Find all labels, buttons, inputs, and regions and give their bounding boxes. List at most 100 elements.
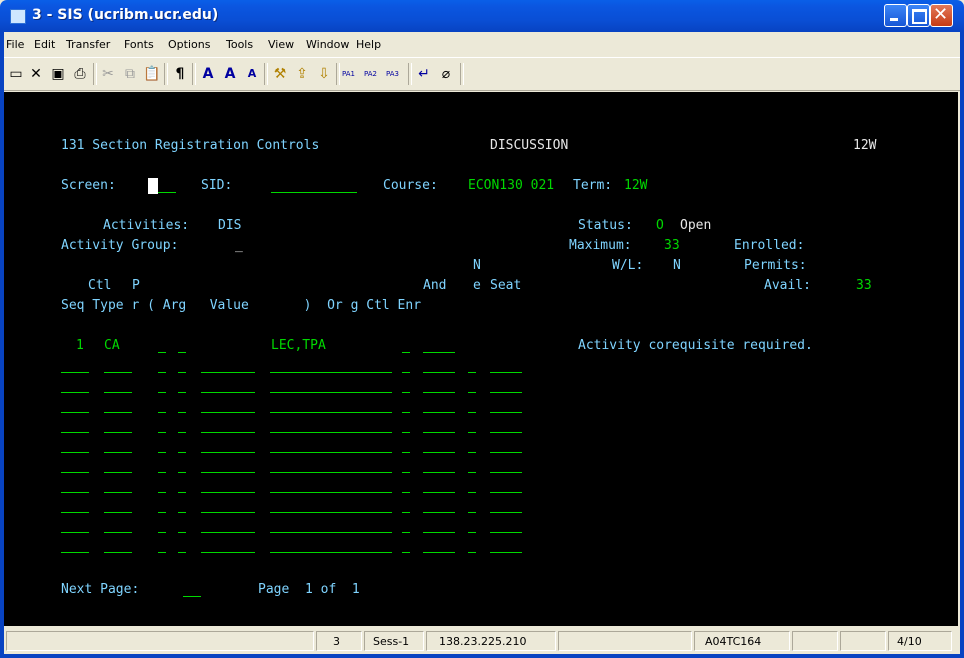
field-underline[interactable] bbox=[468, 452, 476, 453]
field-underline[interactable] bbox=[402, 552, 410, 553]
minimize-button[interactable] bbox=[884, 4, 907, 27]
field-underline[interactable] bbox=[270, 532, 392, 533]
field-underline[interactable] bbox=[178, 472, 186, 473]
field-underline[interactable] bbox=[201, 372, 255, 373]
field-underline[interactable] bbox=[61, 552, 89, 553]
row-type[interactable]: CA bbox=[104, 338, 120, 354]
field-underline[interactable] bbox=[402, 472, 410, 473]
pa2-button[interactable]: PA2 bbox=[364, 70, 377, 78]
menu-help[interactable]: Help bbox=[356, 38, 381, 51]
field-underline[interactable] bbox=[270, 412, 392, 413]
field-underline[interactable] bbox=[402, 452, 410, 453]
field-underline[interactable] bbox=[104, 372, 132, 373]
field-underline[interactable] bbox=[104, 492, 132, 493]
field-underline[interactable] bbox=[468, 492, 476, 493]
field-underline[interactable] bbox=[402, 352, 410, 353]
field-underline[interactable] bbox=[270, 432, 392, 433]
field-underline[interactable] bbox=[402, 532, 410, 533]
field-underline[interactable] bbox=[201, 532, 255, 533]
field-underline[interactable] bbox=[104, 472, 132, 473]
field-underline[interactable] bbox=[270, 392, 392, 393]
field-underline[interactable] bbox=[178, 352, 186, 353]
menu-fonts[interactable]: Fonts bbox=[124, 38, 154, 51]
field-underline[interactable] bbox=[201, 552, 255, 553]
field-underline[interactable] bbox=[61, 472, 89, 473]
field-underline[interactable] bbox=[104, 532, 132, 533]
field-underline[interactable] bbox=[158, 352, 166, 353]
cut-icon[interactable]: ✂ bbox=[98, 64, 118, 84]
field-underline[interactable] bbox=[423, 432, 455, 433]
field-underline[interactable] bbox=[490, 392, 522, 393]
field-underline[interactable] bbox=[468, 552, 476, 553]
field-underline[interactable] bbox=[158, 512, 166, 513]
menu-file[interactable]: File bbox=[6, 38, 24, 51]
close-button[interactable]: ✕ bbox=[930, 4, 953, 27]
field-underline[interactable] bbox=[468, 432, 476, 433]
next-page-field[interactable] bbox=[183, 596, 201, 597]
field-underline[interactable] bbox=[402, 512, 410, 513]
field-underline[interactable] bbox=[423, 492, 455, 493]
field-underline[interactable] bbox=[490, 532, 522, 533]
field-underline[interactable] bbox=[201, 392, 255, 393]
field-underline[interactable] bbox=[402, 412, 410, 413]
paste-icon[interactable]: 📋 bbox=[142, 64, 162, 84]
field-underline[interactable] bbox=[490, 472, 522, 473]
field-underline[interactable] bbox=[423, 472, 455, 473]
field-underline[interactable] bbox=[468, 412, 476, 413]
field-underline[interactable] bbox=[468, 472, 476, 473]
field-underline[interactable] bbox=[201, 432, 255, 433]
field-underline[interactable] bbox=[158, 392, 166, 393]
field-underline[interactable] bbox=[158, 552, 166, 553]
field-underline[interactable] bbox=[158, 472, 166, 473]
field-underline[interactable] bbox=[423, 352, 455, 353]
field-underline[interactable] bbox=[61, 512, 89, 513]
field-underline[interactable] bbox=[490, 492, 522, 493]
field-underline[interactable] bbox=[61, 492, 89, 493]
field-underline[interactable] bbox=[490, 552, 522, 553]
menu-transfer[interactable]: Transfer bbox=[66, 38, 110, 51]
field-underline[interactable] bbox=[61, 432, 89, 433]
field-underline[interactable] bbox=[104, 432, 132, 433]
field-underline[interactable] bbox=[490, 372, 522, 373]
field-underline[interactable] bbox=[201, 512, 255, 513]
save-icon[interactable]: ▣ bbox=[48, 64, 68, 84]
field-underline[interactable] bbox=[402, 432, 410, 433]
field-underline[interactable] bbox=[270, 472, 392, 473]
field-underline[interactable] bbox=[178, 492, 186, 493]
field-underline[interactable] bbox=[423, 552, 455, 553]
field-underline[interactable] bbox=[178, 432, 186, 433]
field-underline[interactable] bbox=[490, 412, 522, 413]
menu-tools[interactable]: Tools bbox=[226, 38, 253, 51]
field-underline[interactable] bbox=[104, 512, 132, 513]
field-underline[interactable] bbox=[423, 392, 455, 393]
field-underline[interactable] bbox=[178, 452, 186, 453]
field-underline[interactable] bbox=[201, 472, 255, 473]
field-underline[interactable] bbox=[490, 512, 522, 513]
erase-icon[interactable]: ⌀ bbox=[436, 64, 456, 84]
field-underline[interactable] bbox=[270, 552, 392, 553]
menu-edit[interactable]: Edit bbox=[34, 38, 55, 51]
field-underline[interactable] bbox=[104, 452, 132, 453]
copy-icon[interactable]: ⧉ bbox=[120, 64, 140, 84]
field-underline[interactable] bbox=[468, 512, 476, 513]
send-file-icon[interactable]: ⇪ bbox=[292, 64, 312, 84]
field-underline[interactable] bbox=[490, 452, 522, 453]
connect-icon[interactable]: ▭ bbox=[6, 64, 26, 84]
menu-view[interactable]: View bbox=[268, 38, 294, 51]
tools-icon[interactable]: ⚒ bbox=[270, 64, 290, 84]
field-underline[interactable] bbox=[201, 492, 255, 493]
field-underline[interactable] bbox=[178, 552, 186, 553]
field-underline[interactable] bbox=[402, 392, 410, 393]
receive-file-icon[interactable]: ⇩ bbox=[314, 64, 334, 84]
pa3-button[interactable]: PA3 bbox=[386, 70, 399, 78]
field-underline[interactable] bbox=[270, 512, 392, 513]
field-underline[interactable] bbox=[104, 412, 132, 413]
field-underline[interactable] bbox=[201, 412, 255, 413]
field-underline[interactable] bbox=[61, 372, 89, 373]
title-bar[interactable]: 3 - SIS (ucribm.ucr.edu) ✕ bbox=[0, 0, 964, 32]
field-underline[interactable] bbox=[61, 532, 89, 533]
field-underline[interactable] bbox=[423, 412, 455, 413]
field-underline[interactable] bbox=[158, 372, 166, 373]
field-underline[interactable] bbox=[423, 452, 455, 453]
field-underline[interactable] bbox=[104, 552, 132, 553]
